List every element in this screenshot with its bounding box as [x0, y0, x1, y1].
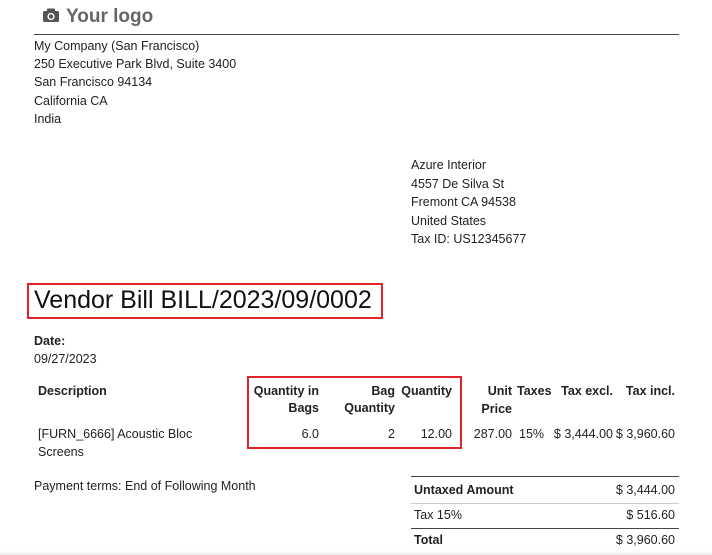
company-logo: Your logo	[42, 6, 153, 28]
vendor-street: 4557 De Silva St	[411, 176, 505, 191]
header-description: Description	[38, 384, 107, 398]
tax-value: $ 516.60	[626, 508, 675, 522]
header-taxes: Taxes	[517, 384, 552, 398]
bill-title: Vendor Bill BILL/2023/09/0002	[34, 286, 372, 314]
row-description: [FURN_6666] Acoustic Bloc Screens	[38, 427, 193, 459]
header-tax-incl: Tax incl.	[625, 384, 675, 398]
logo-text: Your logo	[66, 6, 154, 27]
company-address: My Company (San Francisco) 250 Executive…	[34, 37, 236, 128]
totals-total-divider	[411, 528, 679, 529]
payment-terms: Payment terms: End of Following Month	[34, 479, 256, 493]
vendor-tax-id: Tax ID: US12345677	[411, 232, 527, 247]
untaxed-amount-label: Untaxed Amount	[414, 483, 514, 497]
row-taxes: 15%	[519, 427, 545, 441]
header-divider	[34, 34, 679, 35]
company-name: My Company (San Francisco)	[34, 39, 200, 53]
row-unit-price: 287.00	[473, 427, 512, 441]
company-state: California CA	[34, 93, 108, 108]
header-unit-price: Unit Price	[481, 384, 512, 416]
company-street: 250 Executive Park Blvd, Suite 3400	[34, 57, 237, 72]
row-quantity-in-bags: 6.0	[301, 427, 319, 441]
vendor-address: Azure Interior 4557 De Silva St Fremont …	[411, 156, 526, 249]
row-bag-quantity: 2	[388, 427, 395, 441]
row-tax-excl: $ 3,444.00	[553, 427, 613, 441]
camera-icon	[42, 7, 60, 28]
untaxed-amount-value: $ 3,444.00	[615, 483, 675, 497]
row-tax-incl: $ 3,960.60	[615, 427, 675, 441]
vendor-country: United States	[411, 213, 487, 228]
total-label: Total	[414, 533, 443, 547]
totals-top-divider	[411, 476, 679, 477]
row-quantity: 12.00	[420, 427, 452, 441]
bill-date: 09/27/2023	[34, 352, 97, 366]
company-city: San Francisco 94134	[34, 75, 153, 90]
vendor-name: Azure Interior	[411, 158, 487, 172]
company-country: India	[34, 111, 62, 126]
totals-row-divider	[411, 503, 679, 504]
tax-label: Tax 15%	[414, 508, 462, 522]
vendor-city: Fremont CA 94538	[411, 195, 516, 210]
total-value: $ 3,960.60	[615, 533, 675, 547]
page-bottom-edge	[0, 551, 712, 555]
header-tax-excl: Tax excl.	[561, 384, 613, 398]
date-label: Date:	[34, 334, 66, 348]
